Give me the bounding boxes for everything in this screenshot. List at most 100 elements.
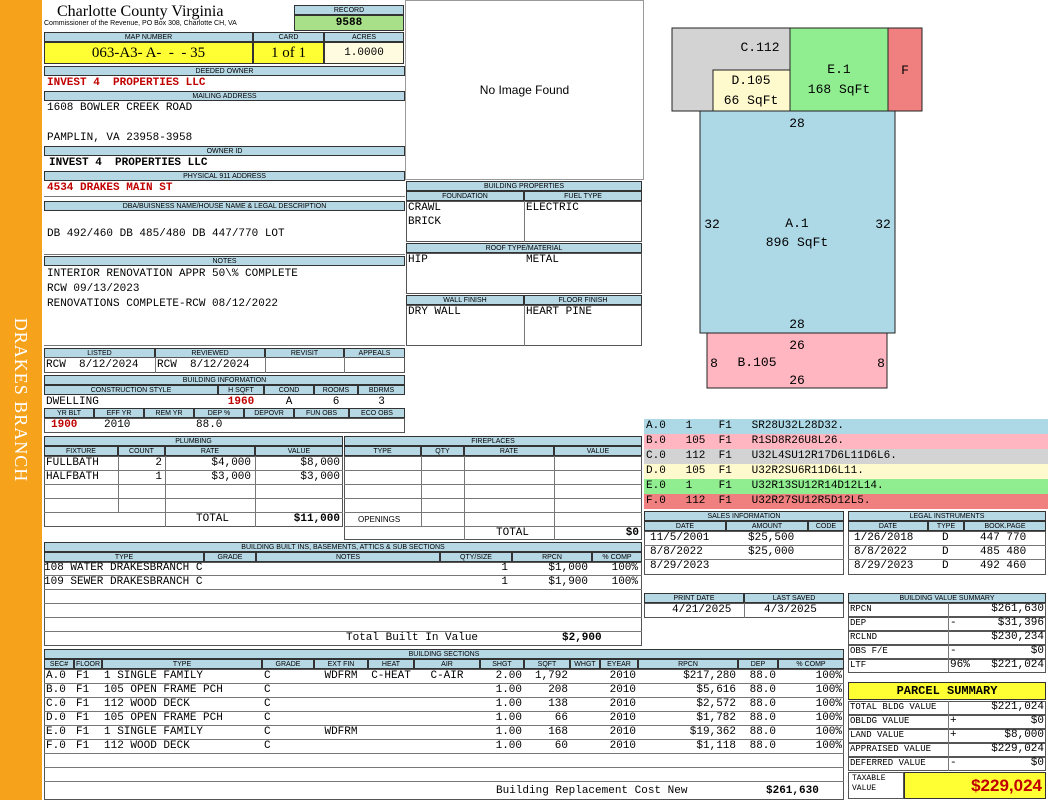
bvs-value: $261,630 bbox=[991, 603, 1044, 615]
bi-type-1: 108 WATER DRAKESBRANCH C bbox=[44, 562, 203, 574]
bvs-value: $31,396 bbox=[997, 617, 1044, 629]
section-air: C-AIR bbox=[430, 670, 464, 682]
bi-qty-2: 1 bbox=[501, 576, 508, 588]
parcel-sign: - bbox=[950, 757, 957, 769]
parcel-sign: + bbox=[950, 715, 957, 727]
plumb-count-2: 1 bbox=[155, 471, 162, 483]
section-sqft: 168 bbox=[548, 726, 568, 738]
section-comp: 100% bbox=[815, 726, 842, 738]
section-sec: A.0 bbox=[46, 670, 66, 682]
sketch-dim-right: 32 bbox=[875, 217, 891, 232]
parcel-label: APPRAISED VALUE bbox=[850, 744, 932, 754]
legal-bp-1: 447 770 bbox=[980, 532, 1027, 544]
parcel-value: $0 bbox=[1030, 757, 1044, 769]
map-number-header: MAP NUMBER bbox=[44, 32, 253, 42]
vector-row: E.0 1 F1 U32R13SU12R14D12L14. bbox=[644, 479, 1048, 494]
sales-code-header: CODE bbox=[808, 521, 844, 531]
vector-row: A.0 1 F1 SR28U32L28D32. bbox=[644, 419, 1048, 434]
section-dep: 88.0 bbox=[749, 670, 776, 682]
listed-value: RCW 8/12/2024 bbox=[46, 359, 139, 371]
parcel-label: LAND VALUE bbox=[850, 730, 905, 740]
roof-type: HIP bbox=[408, 254, 428, 266]
bi-comp-2: 100% bbox=[611, 576, 638, 588]
section-sqft: 208 bbox=[548, 684, 568, 696]
fuel-type: ELECTRIC bbox=[526, 202, 579, 214]
legal-type-1: D bbox=[942, 532, 949, 544]
bldg-props-header: BUILDING PROPERTIES bbox=[406, 181, 642, 191]
section-grade: C bbox=[264, 726, 271, 738]
sections-col-1: FLOOR bbox=[74, 659, 102, 669]
sketch-d105-sqft: 66 SqFt bbox=[724, 93, 779, 108]
fp-total-label: TOTAL bbox=[496, 527, 530, 539]
section-comp: 100% bbox=[815, 712, 842, 724]
parcel-value: $8,000 bbox=[1004, 729, 1044, 741]
section-floor: F1 bbox=[76, 740, 90, 752]
section-comp: 100% bbox=[815, 740, 842, 752]
section-floor: F1 bbox=[76, 670, 90, 682]
parcel-sign: + bbox=[950, 729, 957, 741]
legal-date-2: 8/8/2022 bbox=[854, 546, 907, 558]
sketch-f-label: F bbox=[901, 63, 909, 78]
vector-row: D.0 105 F1 U32R2SU6R11D6L11. bbox=[644, 464, 1048, 479]
plumb-value-1: $8,000 bbox=[300, 457, 340, 469]
section-grade: C bbox=[264, 740, 271, 752]
commissioner-line: Commissioner of the Revenue, PO Box 308,… bbox=[44, 20, 237, 27]
section-shgt: 2.00 bbox=[495, 670, 522, 682]
sketch-dim-b-top: 26 bbox=[789, 338, 805, 353]
fun-obs-header: FUN OBS bbox=[294, 408, 349, 418]
section-shgt: 1.00 bbox=[495, 712, 522, 724]
dep-pct-value: 88.0 bbox=[196, 419, 223, 431]
deeded-owner: INVEST 4 PROPERTIES LLC bbox=[47, 77, 206, 89]
sections-col-11: RPCN bbox=[638, 659, 738, 669]
bvs-label: RPCN bbox=[850, 604, 872, 614]
plumb-rate-1: $4,000 bbox=[211, 457, 251, 469]
fuel-type-header: FUEL TYPE bbox=[524, 191, 642, 201]
section-type: 1 SINGLE FAMILY bbox=[104, 670, 204, 682]
sale-date-2: 8/8/2022 bbox=[650, 546, 703, 558]
taxable-label: TAXABLE VALUE bbox=[852, 774, 886, 793]
yr-blt-value: 1900 bbox=[51, 419, 78, 431]
sketch-a1-label: A.1 bbox=[785, 216, 809, 231]
last-saved: 4/3/2025 bbox=[764, 604, 817, 616]
section-ext: WDFRM bbox=[324, 726, 358, 738]
bi-rpcn-1: $1,000 bbox=[548, 562, 588, 574]
plumb-value-header: VALUE bbox=[255, 446, 343, 456]
bi-notes-header: NOTES bbox=[256, 552, 440, 562]
floor-header: FLOOR FINISH bbox=[524, 295, 642, 305]
bi-total-value: $2,900 bbox=[562, 632, 602, 644]
legal-type-header: TYPE bbox=[928, 521, 964, 531]
rem-yr-header: REM YR bbox=[144, 408, 194, 418]
parcel-summary-title: PARCEL SUMMARY bbox=[848, 682, 1046, 700]
sketch-dim-left: 32 bbox=[704, 217, 720, 232]
section-eyear: 2010 bbox=[609, 740, 636, 752]
section-rpcn: $5,616 bbox=[696, 684, 736, 696]
section-eyear: 2010 bbox=[609, 670, 636, 682]
section-eyear: 2010 bbox=[609, 698, 636, 710]
plumb-rate-2: $3,000 bbox=[211, 471, 251, 483]
mailing-line1: 1608 BOWLER CREEK ROAD bbox=[47, 102, 193, 114]
section-heat: C-HEAT bbox=[371, 670, 411, 682]
brcn-label: Building Replacement Cost New bbox=[496, 785, 688, 797]
legal-type-2: D bbox=[942, 546, 949, 558]
section-comp: 100% bbox=[815, 670, 842, 682]
section-type: 1 SINGLE FAMILY bbox=[104, 726, 204, 738]
record-value: 9588 bbox=[294, 15, 404, 31]
section-sec: C.0 bbox=[46, 698, 66, 710]
section-dep: 88.0 bbox=[749, 684, 776, 696]
bvs-label: LTF bbox=[850, 660, 867, 670]
sketch-dim-bottom: 28 bbox=[789, 317, 805, 332]
plumb-fixture-2: HALFBATH bbox=[46, 471, 99, 483]
section-sec: B.0 bbox=[46, 684, 66, 696]
sections-col-6: AIR bbox=[414, 659, 480, 669]
section-shgt: 1.00 bbox=[495, 684, 522, 696]
section-comp: 100% bbox=[815, 698, 842, 710]
print-date-header: PRINT DATE bbox=[644, 593, 744, 603]
fp-type-header: TYPE bbox=[344, 446, 421, 456]
section-type: 112 WOOD DECK bbox=[104, 698, 190, 710]
sketch-a1-sqft: 896 SqFt bbox=[766, 235, 828, 250]
floor-finish: HEART PINE bbox=[526, 306, 593, 318]
cond-header: COND bbox=[264, 385, 314, 395]
bdrms-header: BDRMS bbox=[358, 385, 405, 395]
sketch-dim-b-bottom: 26 bbox=[789, 373, 805, 388]
plumb-total-label: TOTAL bbox=[196, 513, 230, 525]
